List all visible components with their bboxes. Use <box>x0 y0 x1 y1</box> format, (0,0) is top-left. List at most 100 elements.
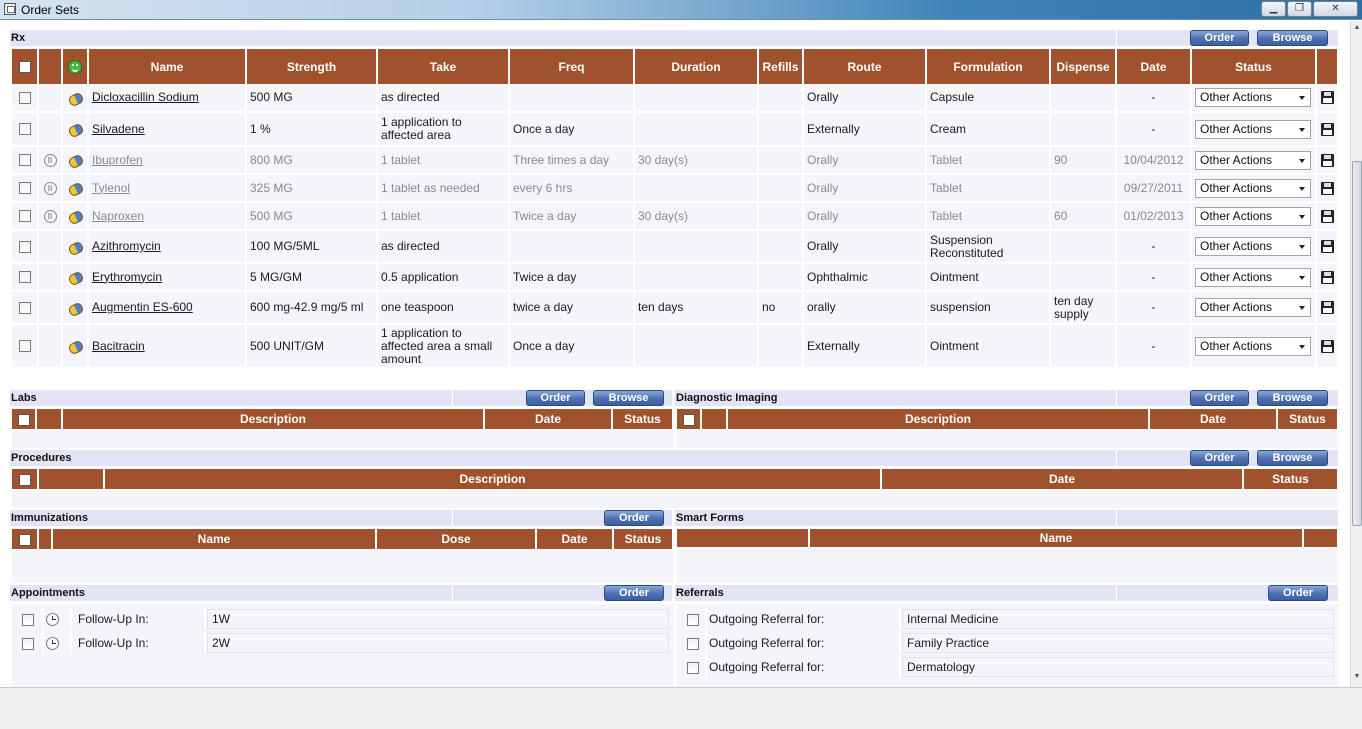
floppy-disk-icon[interactable] <box>1320 301 1334 315</box>
col-refills[interactable]: Refills <box>758 49 804 84</box>
maximize-button[interactable]: ❐ <box>1287 1 1312 17</box>
imaging-col-description[interactable]: Description <box>727 409 1150 429</box>
row-checkbox-cell[interactable] <box>12 291 39 325</box>
status-select[interactable]: Other Actions <box>1195 206 1311 226</box>
referral-checkbox-cell[interactable] <box>683 656 707 678</box>
rx-browse-button[interactable]: Browse <box>1257 30 1328 46</box>
appointment-checkbox-cell[interactable] <box>18 608 44 630</box>
floppy-disk-icon[interactable] <box>1320 91 1334 105</box>
imaging-browse-button[interactable]: Browse <box>1257 390 1328 406</box>
row-checkbox[interactable] <box>18 240 31 253</box>
row-checkbox[interactable] <box>18 271 31 284</box>
procedures-col-description[interactable]: Description <box>104 469 882 489</box>
immunizations-col-dose[interactable]: Dose <box>376 529 537 549</box>
scroll-down-arrow-icon[interactable]: ▼ <box>1353 673 1361 680</box>
procedures-select-all-cell[interactable] <box>12 469 39 489</box>
row-checkbox-cell[interactable] <box>12 230 39 264</box>
row-checkbox[interactable] <box>18 301 31 314</box>
floppy-disk-icon[interactable] <box>1320 153 1334 167</box>
col-name[interactable]: Name <box>88 49 247 84</box>
floppy-disk-icon[interactable] <box>1320 240 1334 254</box>
col-duration[interactable]: Duration <box>634 49 759 84</box>
floppy-disk-icon[interactable] <box>1320 209 1334 223</box>
col-take[interactable]: Take <box>377 49 510 84</box>
status-select[interactable]: Other Actions <box>1195 178 1311 198</box>
referral-checkbox[interactable] <box>687 637 699 650</box>
col-date[interactable]: Date <box>1116 49 1192 84</box>
referral-checkbox-cell[interactable] <box>683 632 707 654</box>
imaging-col-status[interactable]: Status <box>1277 409 1339 429</box>
row-checkbox[interactable] <box>18 210 31 223</box>
status-select[interactable]: Other Actions <box>1195 298 1311 317</box>
status-select[interactable]: Other Actions <box>1195 88 1311 107</box>
status-select[interactable]: Other Actions <box>1195 267 1311 287</box>
appointment-checkbox[interactable] <box>22 613 34 626</box>
col-freq[interactable]: Freq <box>509 49 635 84</box>
procedures-col-date[interactable]: Date <box>881 469 1244 489</box>
immunizations-col-status[interactable]: Status <box>613 529 674 549</box>
row-checkbox-cell[interactable] <box>12 146 39 175</box>
smart-forms-col-name[interactable]: Name <box>809 529 1304 547</box>
rx-name-link[interactable]: Naproxen <box>92 209 144 223</box>
row-checkbox[interactable] <box>18 154 31 167</box>
select-all-checkbox-cell[interactable] <box>12 49 39 84</box>
row-checkbox-cell[interactable] <box>12 174 39 203</box>
floppy-disk-icon[interactable] <box>1320 122 1334 136</box>
labs-col-date[interactable]: Date <box>484 409 613 429</box>
procedures-select-all-checkbox[interactable] <box>18 473 31 486</box>
appointment-checkbox-cell[interactable] <box>18 632 44 654</box>
row-checkbox-cell[interactable] <box>12 324 39 369</box>
row-checkbox-cell[interactable] <box>12 84 39 113</box>
scrollbar-thumb[interactable] <box>1352 161 1362 526</box>
status-select[interactable]: Other Actions <box>1195 336 1311 356</box>
row-checkbox-cell[interactable] <box>12 112 39 147</box>
row-checkbox-cell[interactable] <box>12 263 39 292</box>
minimize-button[interactable]: ▁ <box>1261 1 1286 17</box>
immunizations-select-all-checkbox[interactable] <box>18 533 31 546</box>
select-all-checkbox[interactable] <box>18 61 31 74</box>
imaging-select-all-cell[interactable] <box>677 409 702 429</box>
status-select[interactable]: Other Actions <box>1195 119 1311 139</box>
labs-select-all-cell[interactable] <box>12 409 37 429</box>
rx-name-link[interactable]: Ibuprofen <box>92 153 143 167</box>
imaging-select-all-checkbox[interactable] <box>682 413 695 426</box>
labs-order-button[interactable]: Order <box>526 390 585 406</box>
col-dispense[interactable]: Dispense <box>1050 49 1117 84</box>
row-checkbox[interactable] <box>18 91 31 104</box>
immunizations-select-all-cell[interactable] <box>12 529 39 549</box>
row-checkbox[interactable] <box>18 340 31 353</box>
floppy-disk-icon[interactable] <box>1320 339 1334 353</box>
procedures-col-status[interactable]: Status <box>1243 469 1339 489</box>
col-strength[interactable]: Strength <box>246 49 378 84</box>
referral-checkbox[interactable] <box>687 661 699 674</box>
appointment-checkbox[interactable] <box>22 637 34 650</box>
immunizations-col-name[interactable]: Name <box>52 529 377 549</box>
labs-select-all-checkbox[interactable] <box>17 413 30 426</box>
procedures-order-button[interactable]: Order <box>1190 450 1249 466</box>
immunizations-col-date[interactable]: Date <box>536 529 614 549</box>
close-button[interactable]: ✕ <box>1313 1 1358 17</box>
floppy-disk-icon[interactable] <box>1320 181 1334 195</box>
row-checkbox-cell[interactable] <box>12 202 39 231</box>
row-checkbox[interactable] <box>18 123 31 136</box>
rx-name-link[interactable]: Dicloxacillin Sodium <box>92 90 199 104</box>
scroll-up-arrow-icon[interactable]: ▲ <box>1353 24 1361 31</box>
col-formulation[interactable]: Formulation <box>926 49 1051 84</box>
referral-checkbox[interactable] <box>687 613 699 626</box>
referral-checkbox-cell[interactable] <box>683 608 707 630</box>
appointments-order-button[interactable]: Order <box>604 585 664 601</box>
status-select[interactable]: Other Actions <box>1195 237 1311 256</box>
rx-name-link[interactable]: Bacitracin <box>92 339 145 353</box>
row-checkbox[interactable] <box>18 182 31 195</box>
immunizations-order-button[interactable]: Order <box>604 510 664 526</box>
rx-order-button[interactable]: Order <box>1190 30 1249 46</box>
imaging-col-date[interactable]: Date <box>1149 409 1278 429</box>
col-route[interactable]: Route <box>803 49 927 84</box>
imaging-order-button[interactable]: Order <box>1190 390 1249 406</box>
labs-col-description[interactable]: Description <box>62 409 485 429</box>
rx-name-link[interactable]: Erythromycin <box>92 270 162 284</box>
rx-name-link[interactable]: Silvadene <box>92 122 145 136</box>
rx-name-link[interactable]: Tylenol <box>92 181 130 195</box>
rx-name-link[interactable]: Azithromycin <box>92 239 161 253</box>
col-status[interactable]: Status <box>1191 49 1317 84</box>
